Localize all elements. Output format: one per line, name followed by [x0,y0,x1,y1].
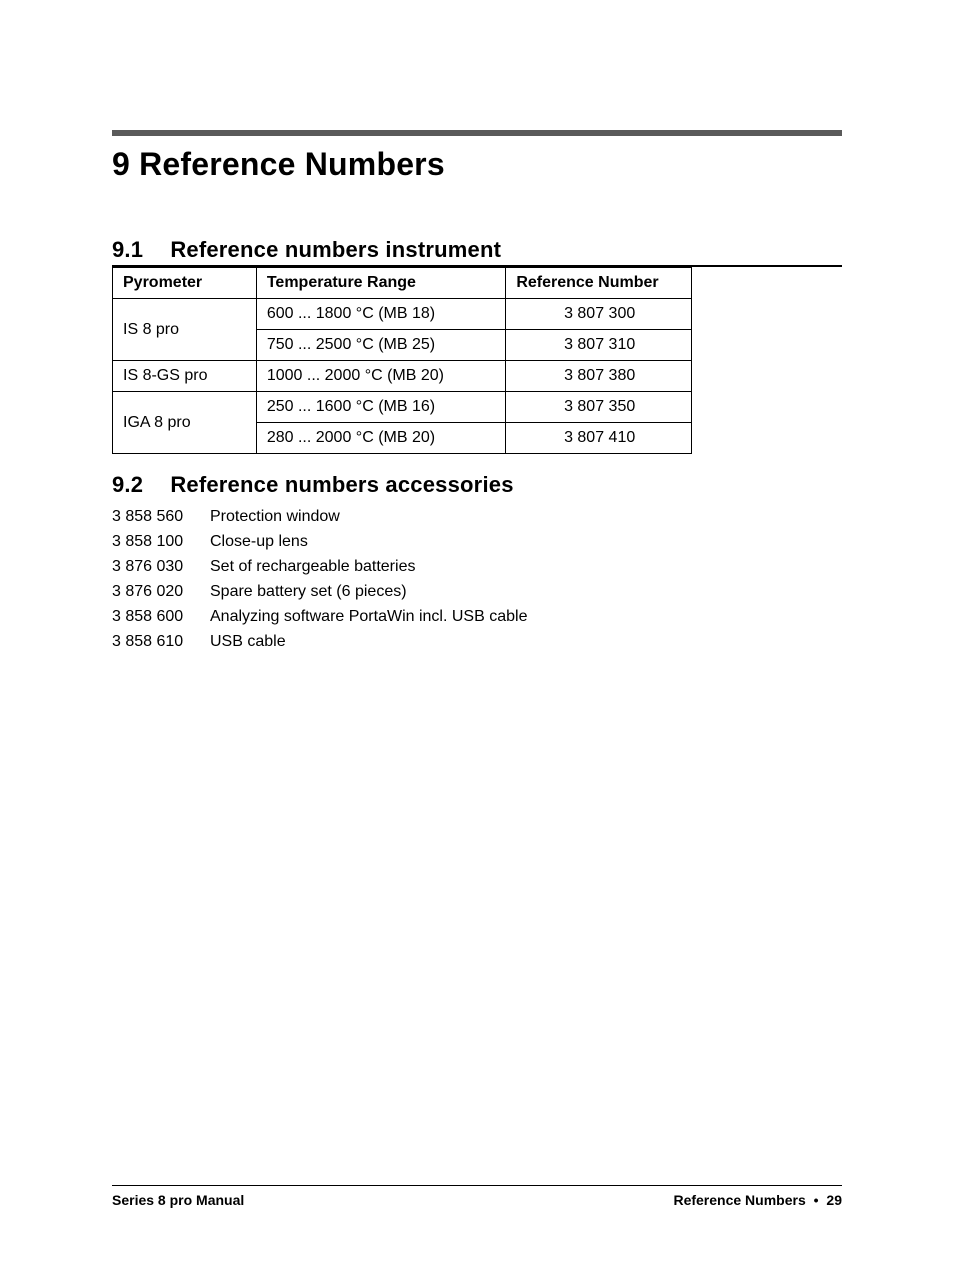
col-pyrometer: Pyrometer [113,268,257,299]
cell-temp-range: 280 ... 2000 °C (MB 20) [256,423,506,454]
chapter-rule [112,130,842,136]
chapter-title: Reference Numbers [139,146,445,182]
footer-left: Series 8 pro Manual [112,1192,244,1208]
accessory-ref: 3 876 020 [112,583,210,601]
list-item: 3 858 610USB cable [112,633,842,651]
accessory-desc: Set of rechargeable batteries [210,558,842,576]
section-number: 9.1 [112,237,164,263]
cell-ref-number: 3 807 380 [506,361,692,392]
section-title: Reference numbers accessories [170,472,513,497]
cell-ref-number: 3 807 300 [506,299,692,330]
accessory-desc: Analyzing software PortaWin incl. USB ca… [210,608,842,626]
chapter-heading: 9 Reference Numbers [112,146,842,183]
cell-temp-range: 250 ... 1600 °C (MB 16) [256,392,506,423]
cell-pyrometer: IS 8 pro [113,299,257,361]
list-item: 3 876 020Spare battery set (6 pieces) [112,583,842,601]
accessory-desc: Spare battery set (6 pieces) [210,583,842,601]
accessory-desc: USB cable [210,633,842,651]
footer-page-number: 29 [826,1192,842,1208]
instrument-table: Pyrometer Temperature Range Reference Nu… [112,267,692,454]
accessory-ref: 3 876 030 [112,558,210,576]
accessory-desc: Protection window [210,508,842,526]
accessory-ref: 3 858 600 [112,608,210,626]
section-9-1-heading: 9.1 Reference numbers instrument [112,237,842,267]
list-item: 3 858 600Analyzing software PortaWin inc… [112,608,842,626]
accessory-ref: 3 858 560 [112,508,210,526]
footer-right: Reference Numbers • 29 [673,1192,842,1208]
cell-ref-number: 3 807 350 [506,392,692,423]
list-item: 3 858 100Close-up lens [112,533,842,551]
page-footer: Series 8 pro Manual Reference Numbers • … [112,1185,842,1208]
section-title: Reference numbers instrument [170,237,501,262]
table-row: IS 8-GS pro1000 ... 2000 °C (MB 20)3 807… [113,361,692,392]
accessories-list: 3 858 560Protection window3 858 100Close… [112,508,842,651]
accessory-ref: 3 858 100 [112,533,210,551]
table-header-row: Pyrometer Temperature Range Reference Nu… [113,268,692,299]
list-item: 3 858 560Protection window [112,508,842,526]
chapter-number: 9 [112,146,130,182]
cell-ref-number: 3 807 410 [506,423,692,454]
section-9-2-heading: 9.2 Reference numbers accessories [112,472,842,498]
page-content: 9 Reference Numbers 9.1 Reference number… [0,0,954,651]
col-ref-number: Reference Number [506,268,692,299]
cell-temp-range: 750 ... 2500 °C (MB 25) [256,330,506,361]
col-temp-range: Temperature Range [256,268,506,299]
table-row: IS 8 pro600 ... 1800 °C (MB 18)3 807 300 [113,299,692,330]
table-row: IGA 8 pro250 ... 1600 °C (MB 16)3 807 35… [113,392,692,423]
section-9-2: 9.2 Reference numbers accessories 3 858 … [112,472,842,651]
cell-ref-number: 3 807 310 [506,330,692,361]
section-number: 9.2 [112,472,164,498]
cell-pyrometer: IS 8-GS pro [113,361,257,392]
footer-section-name: Reference Numbers [673,1192,805,1208]
cell-temp-range: 1000 ... 2000 °C (MB 20) [256,361,506,392]
list-item: 3 876 030Set of rechargeable batteries [112,558,842,576]
accessory-desc: Close-up lens [210,533,842,551]
cell-temp-range: 600 ... 1800 °C (MB 18) [256,299,506,330]
cell-pyrometer: IGA 8 pro [113,392,257,454]
accessory-ref: 3 858 610 [112,633,210,651]
footer-separator: • [810,1192,823,1208]
